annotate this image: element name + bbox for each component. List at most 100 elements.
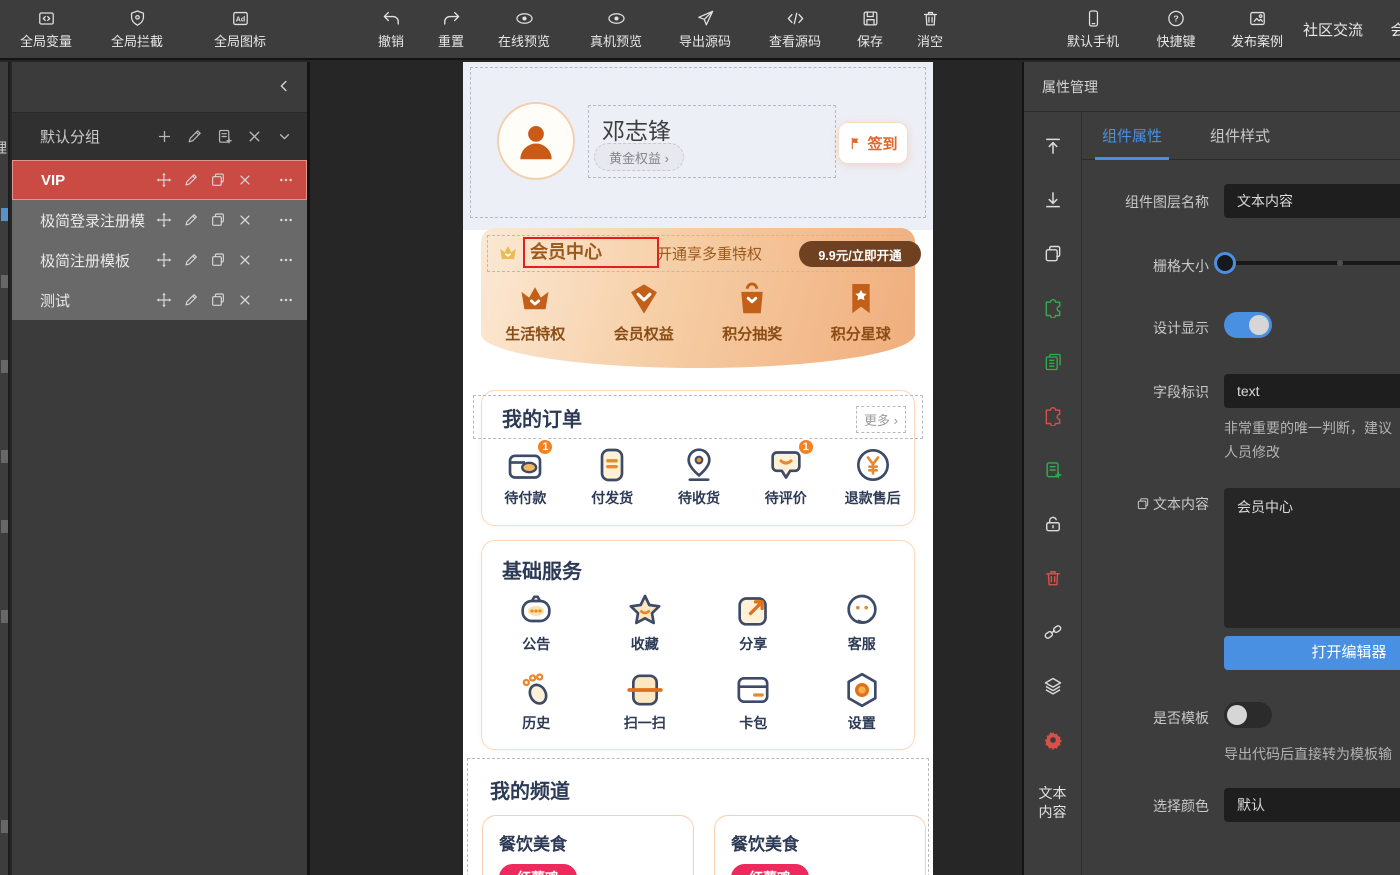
- toolbar-item[interactable]: 会: [1390, 0, 1400, 58]
- collapse-sidebar-icon[interactable]: [275, 77, 293, 95]
- toolbar-item[interactable]: 发布案例: [1231, 0, 1283, 58]
- service-shortcut[interactable]: 客服: [808, 591, 917, 654]
- service-shortcut[interactable]: 收藏: [591, 591, 700, 654]
- copy-icon[interactable]: [210, 252, 226, 268]
- service-shortcut[interactable]: 设置: [808, 670, 917, 733]
- rail-tool[interactable]: [1043, 406, 1063, 426]
- rail-tool[interactable]: [1043, 676, 1063, 696]
- toolbar-item[interactable]: 全局变量: [20, 0, 72, 58]
- add-template-icon[interactable]: [216, 128, 233, 145]
- rail-tool[interactable]: [1043, 460, 1063, 480]
- delete-icon[interactable]: [237, 212, 253, 228]
- vip-shortcut[interactable]: 积分抽奖: [698, 280, 807, 344]
- toolbar-item[interactable]: 真机预览: [590, 0, 642, 58]
- toolbar-item[interactable]: 查看源码: [769, 0, 821, 58]
- avatar[interactable]: [497, 102, 575, 180]
- orders-card[interactable]: 我的订单 更多 › 1 待付款 付发货 待收货 1 待评价 退款售后: [473, 390, 923, 526]
- copy-icon[interactable]: [210, 212, 226, 228]
- vip-banner[interactable]: 会员中心 开通享多重特权 9.9元/立即开通 生活特权 会员权益 积分抽奖 积分…: [481, 228, 921, 368]
- membership-badge[interactable]: 黄金权益 ›: [594, 143, 684, 171]
- page-list-item[interactable]: VIP: [12, 160, 307, 200]
- profile-section[interactable]: 邓志锋 黄金权益 › 签到: [463, 62, 933, 230]
- rail-tool[interactable]: [1043, 244, 1063, 264]
- delete-icon[interactable]: [237, 252, 253, 268]
- toolbar-item[interactable]: 消空: [917, 0, 943, 58]
- edit-icon[interactable]: [183, 212, 199, 228]
- services-card[interactable]: 基础服务 公告 收藏 分享 客服 历史 扫一扫 卡包 设置: [481, 540, 915, 750]
- channel-tag[interactable]: 红薯鸡: [499, 864, 577, 875]
- copy-icon[interactable]: [210, 172, 226, 188]
- service-shortcut[interactable]: 历史: [482, 670, 591, 733]
- order-shortcut[interactable]: 退款售后: [829, 445, 916, 508]
- delete-icon[interactable]: [237, 172, 253, 188]
- rail-tool[interactable]: [1043, 298, 1063, 318]
- vip-shortcut[interactable]: 生活特权: [481, 280, 590, 344]
- toolbar-item[interactable]: 在线预览: [498, 0, 550, 58]
- color-select[interactable]: 默认: [1224, 788, 1400, 822]
- edit-icon[interactable]: [183, 252, 199, 268]
- delete-group-icon[interactable]: [246, 128, 263, 145]
- grid-size-slider-knob[interactable]: [1214, 252, 1236, 274]
- toolbar-item[interactable]: 重置: [438, 0, 464, 58]
- more-icon[interactable]: [278, 212, 294, 228]
- page-list-item[interactable]: 极简登录注册模: [12, 200, 307, 240]
- panel-tab[interactable]: 组件属性: [1094, 112, 1170, 160]
- toolbar-item[interactable]: 社区交流: [1303, 0, 1363, 58]
- vip-shortcut[interactable]: 会员权益: [590, 280, 699, 344]
- edit-group-icon[interactable]: [186, 128, 203, 145]
- service-shortcut[interactable]: 扫一扫: [591, 670, 700, 733]
- panel-tab[interactable]: 组件样式: [1210, 112, 1270, 160]
- move-icon[interactable]: [156, 292, 172, 308]
- more-icon[interactable]: [278, 292, 294, 308]
- vip-cta-button[interactable]: 9.9元/立即开通: [799, 241, 921, 267]
- grid-size-slider-track[interactable]: [1232, 261, 1400, 265]
- toolbar-item[interactable]: 全局图标: [214, 0, 266, 58]
- toolbar-item[interactable]: 保存: [857, 0, 883, 58]
- order-shortcut[interactable]: 1 待付款: [482, 438, 569, 508]
- service-shortcut[interactable]: 公告: [482, 591, 591, 654]
- edit-icon[interactable]: [183, 172, 199, 188]
- edit-icon[interactable]: [183, 292, 199, 308]
- field-key-input[interactable]: text: [1224, 374, 1400, 408]
- service-shortcut[interactable]: 卡包: [699, 670, 808, 733]
- signin-button[interactable]: 签到: [838, 122, 908, 164]
- move-icon[interactable]: [156, 252, 172, 268]
- vip-title-selected[interactable]: 会员中心: [523, 237, 659, 268]
- rail-tool[interactable]: [1043, 136, 1063, 156]
- rail-tool[interactable]: [1043, 514, 1063, 534]
- toolbar-item[interactable]: 导出源码: [679, 0, 731, 58]
- more-icon[interactable]: [278, 252, 294, 268]
- orders-more-link[interactable]: 更多 ›: [856, 406, 906, 433]
- toolbar-item[interactable]: 全局拦截: [111, 0, 163, 58]
- toolbar-item[interactable]: 撤销: [378, 0, 404, 58]
- channels-section[interactable]: 我的频道 餐饮美食 红薯鸡 餐饮美食 红薯鸡: [467, 758, 929, 875]
- page-group-header[interactable]: 默认分组: [12, 112, 307, 160]
- toolbar-item[interactable]: 默认手机: [1067, 0, 1119, 58]
- layer-name-input[interactable]: 文本内容: [1224, 184, 1400, 218]
- design-display-toggle[interactable]: [1224, 312, 1272, 338]
- page-list-item[interactable]: 测试: [12, 280, 307, 320]
- order-shortcut[interactable]: 付发货: [569, 445, 656, 508]
- rail-tool[interactable]: [1043, 352, 1063, 372]
- order-shortcut[interactable]: 待收货: [656, 445, 743, 508]
- service-shortcut[interactable]: 分享: [699, 591, 808, 654]
- rail-tool[interactable]: [1043, 730, 1063, 750]
- more-icon[interactable]: [278, 172, 294, 188]
- move-icon[interactable]: [156, 172, 172, 188]
- delete-icon[interactable]: [237, 292, 253, 308]
- page-list-item[interactable]: 极简注册模板: [12, 240, 307, 280]
- is-template-toggle[interactable]: [1224, 702, 1272, 728]
- rail-tool[interactable]: [1043, 568, 1063, 588]
- open-editor-button[interactable]: 打开编辑器: [1224, 636, 1400, 670]
- toolbar-item[interactable]: 快捷键: [1156, 0, 1196, 58]
- add-page-icon[interactable]: [156, 128, 173, 145]
- move-icon[interactable]: [156, 212, 172, 228]
- rail-tool[interactable]: [1043, 190, 1063, 210]
- chevron-down-icon[interactable]: [276, 128, 293, 145]
- copy-icon[interactable]: [210, 292, 226, 308]
- order-shortcut[interactable]: 1 待评价: [742, 438, 829, 508]
- vip-shortcut[interactable]: 积分星球: [807, 280, 916, 344]
- text-content-textarea[interactable]: 会员中心: [1224, 488, 1400, 628]
- channel-card[interactable]: 餐饮美食 红薯鸡: [714, 815, 926, 875]
- channel-tag[interactable]: 红薯鸡: [731, 864, 809, 875]
